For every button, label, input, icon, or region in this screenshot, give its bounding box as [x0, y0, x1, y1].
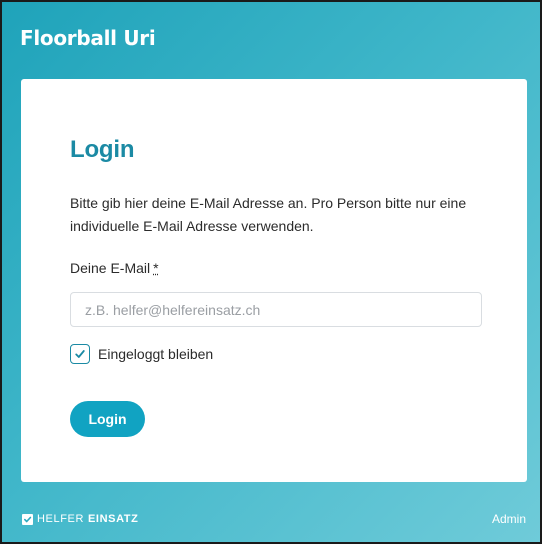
- logo-text-light: HELFER: [37, 513, 84, 525]
- stay-logged-in-label: Eingeloggt bleiben: [98, 346, 214, 362]
- helfereinsatz-logo-icon: [22, 513, 33, 525]
- login-card: Login Bitte gib hier deine E-Mail Adress…: [21, 79, 527, 482]
- required-marker: *: [153, 260, 159, 276]
- app-window: Floorball Uri Login Bitte gib hier deine…: [0, 0, 542, 544]
- email-label: Deine E-Mail *: [70, 260, 159, 276]
- login-button[interactable]: Login: [70, 401, 145, 437]
- stay-logged-in-checkbox-row[interactable]: Eingeloggt bleiben: [70, 344, 213, 364]
- stay-logged-in-checkbox[interactable]: [70, 344, 90, 364]
- checkmark-icon: [75, 350, 85, 358]
- logo-text-bold: EINSATZ: [88, 513, 139, 525]
- email-field[interactable]: [70, 292, 482, 327]
- email-label-text: Deine E-Mail: [70, 260, 151, 276]
- login-heading: Login: [70, 136, 135, 163]
- login-intro-text: Bitte gib hier deine E-Mail Adresse an. …: [70, 195, 467, 234]
- helfereinsatz-logo[interactable]: HELFER EINSATZ: [22, 513, 138, 525]
- admin-link[interactable]: Admin: [492, 512, 526, 526]
- app-title: Floorball Uri: [20, 26, 156, 50]
